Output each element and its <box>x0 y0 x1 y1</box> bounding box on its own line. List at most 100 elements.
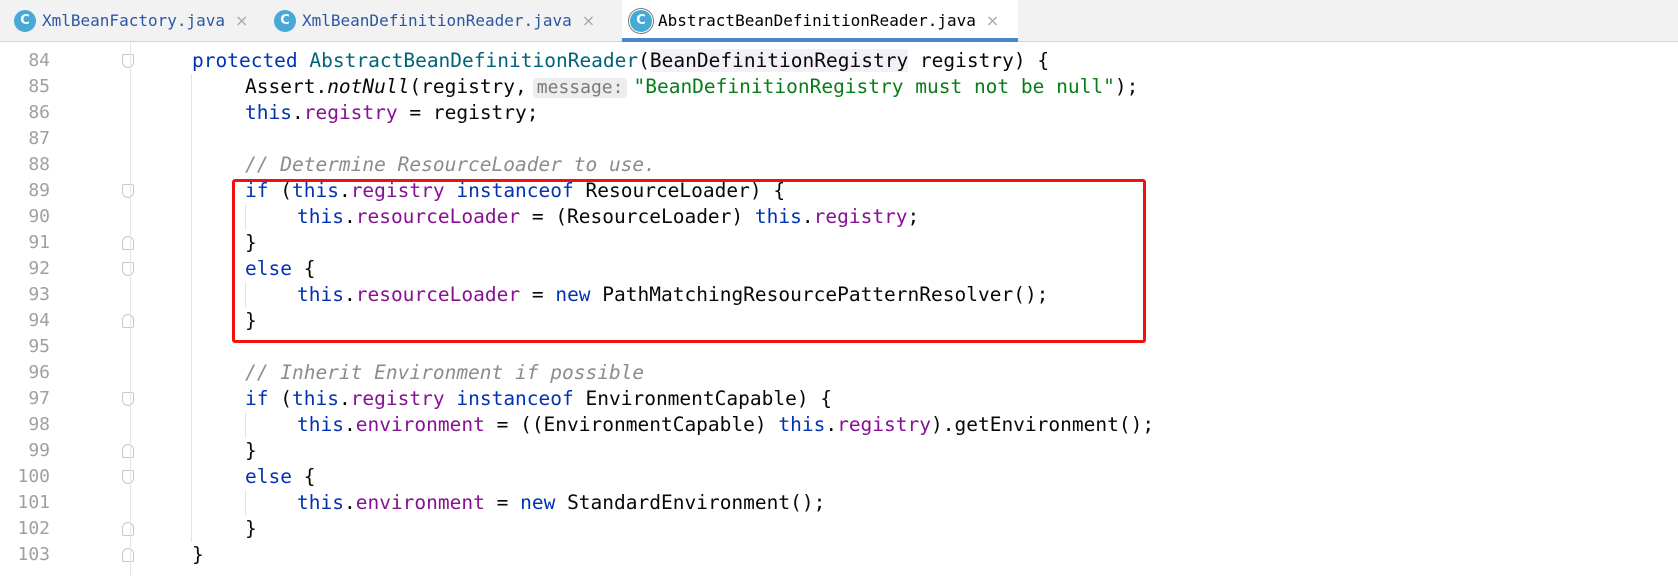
line-number: 87 <box>28 128 50 149</box>
editor-tab-bar: C XmlBeanFactory.java × C XmlBeanDefinit… <box>0 0 1678 42</box>
code-text: . <box>343 205 356 228</box>
line-number: 84 <box>28 50 50 71</box>
code-line-85: Assert.notNull(registry, message: "BeanDef… <box>245 74 1138 100</box>
code-text: = <box>484 491 521 514</box>
fold-collapse-icon[interactable] <box>122 184 134 198</box>
code-text: . <box>338 387 351 410</box>
line-number: 86 <box>28 102 50 123</box>
keyword: instanceof <box>456 387 574 410</box>
code-line-92: else { <box>245 256 315 282</box>
code-text: Assert. <box>245 75 328 98</box>
code-text: = registry; <box>397 101 539 124</box>
keyword: this <box>297 283 344 306</box>
code-text: EnvironmentCapable) { <box>573 387 833 410</box>
tab-abstractbeandefinitionreader[interactable]: C AbstractBeanDefinitionReader.java × <box>622 0 1018 42</box>
keyword: this <box>291 387 339 410</box>
keyword: this <box>297 413 344 436</box>
keyword: if <box>245 387 269 410</box>
keyword: new <box>520 491 556 514</box>
gutter-divider <box>130 42 131 576</box>
fold-expand-icon[interactable] <box>122 236 134 250</box>
code-text: } <box>192 543 204 566</box>
line-number: 100 <box>17 466 50 487</box>
tab-xmlbeanfactory[interactable]: C XmlBeanFactory.java × <box>14 0 259 41</box>
code-text: } <box>245 517 257 540</box>
field-name: registry <box>813 205 908 228</box>
keyword: if <box>245 179 269 202</box>
code-text: } <box>245 439 257 462</box>
keyword: protected <box>192 49 298 72</box>
code-text: ).getEnvironment(); <box>931 413 1155 436</box>
line-number-gutter: 84 85 86 87 88 89 90 91 92 93 94 95 96 9… <box>0 42 134 576</box>
code-line-98: this. environment = ((EnvironmentCapable)… <box>297 412 1154 438</box>
class-icon: C <box>628 7 654 34</box>
parameter-hint: message: <box>532 78 628 98</box>
line-number: 99 <box>28 440 50 461</box>
string-literal: "BeanDefinitionRegistry must not be null… <box>633 75 1115 98</box>
code-text: . <box>338 179 351 202</box>
class-icon: C <box>274 9 296 32</box>
code-line-103: } <box>192 542 204 568</box>
tab-xmlbeandefinitionreader[interactable]: C XmlBeanDefinitionReader.java × <box>274 0 614 41</box>
param-type: BeanDefinitionRegistry <box>649 49 909 72</box>
code-line-96: // Inherit Environment if possible <box>245 360 644 386</box>
code-text: . <box>801 205 814 228</box>
line-number: 101 <box>17 492 50 513</box>
keyword: this <box>754 205 802 228</box>
line-number: 91 <box>28 232 50 253</box>
line-number: 98 <box>28 414 50 435</box>
fold-expand-icon[interactable] <box>122 444 134 458</box>
fold-collapse-icon[interactable] <box>122 392 134 406</box>
code-text: = ((EnvironmentCapable) <box>484 413 779 436</box>
field-name: registry <box>837 413 931 436</box>
code-text: . <box>825 413 838 436</box>
line-number: 85 <box>28 76 50 97</box>
code-line-89: if (this.registry instanceof ResourceLoa… <box>245 178 785 204</box>
keyword: instanceof <box>456 179 574 202</box>
indent-guide <box>245 204 246 230</box>
code-text: { <box>291 465 316 488</box>
close-icon[interactable]: × <box>235 11 248 30</box>
code-text: registry) { <box>908 49 1050 72</box>
indent-guide <box>245 282 246 308</box>
code-line-100: else { <box>245 464 315 490</box>
code-text: = <box>520 283 556 306</box>
field-name: registry <box>303 101 398 124</box>
code-text: PathMatchingResourcePatternResolver(); <box>590 283 1049 306</box>
code-line-91: } <box>245 230 257 256</box>
code-text: ); <box>1114 75 1139 98</box>
fold-expand-icon[interactable] <box>122 522 134 536</box>
code-text: ( <box>268 179 292 202</box>
keyword: this <box>245 101 292 124</box>
code-line-86: this.registry = registry; <box>245 100 539 126</box>
tab-label: XmlBeanDefinitionReader.java <box>302 11 572 30</box>
line-number: 95 <box>28 336 50 357</box>
keyword: new <box>555 283 591 306</box>
class-icon: C <box>14 9 36 32</box>
close-icon[interactable]: × <box>986 11 999 30</box>
code-editor[interactable]: 84 85 86 87 88 89 90 91 92 93 94 95 96 9… <box>0 42 1678 576</box>
code-text: } <box>245 309 257 332</box>
field-name: environment <box>355 413 485 436</box>
fold-collapse-icon[interactable] <box>122 54 134 68</box>
fold-collapse-icon[interactable] <box>122 470 134 484</box>
code-line-88: // Determine ResourceLoader to use. <box>245 152 656 178</box>
code-text: StandardEnvironment(); <box>555 491 826 514</box>
tab-label: AbstractBeanDefinitionReader.java <box>658 11 976 30</box>
code-line-101: this.environment = new StandardEnvironme… <box>297 490 825 516</box>
indent-guide <box>245 490 246 516</box>
constructor-name: AbstractBeanDefinitionReader <box>309 49 639 72</box>
code-text: (registry, <box>409 75 527 98</box>
code-line-93: this.resourceLoader = new PathMatchingRe… <box>297 282 1048 308</box>
field-name: registry <box>350 387 445 410</box>
fold-collapse-icon[interactable] <box>122 262 134 276</box>
comment: // Inherit Environment if possible <box>245 361 645 384</box>
fold-expand-icon[interactable] <box>122 314 134 328</box>
keyword: else <box>245 465 292 488</box>
code-text: . <box>343 491 356 514</box>
line-number: 90 <box>28 206 50 227</box>
fold-expand-icon[interactable] <box>122 548 134 562</box>
close-icon[interactable]: × <box>582 11 595 30</box>
